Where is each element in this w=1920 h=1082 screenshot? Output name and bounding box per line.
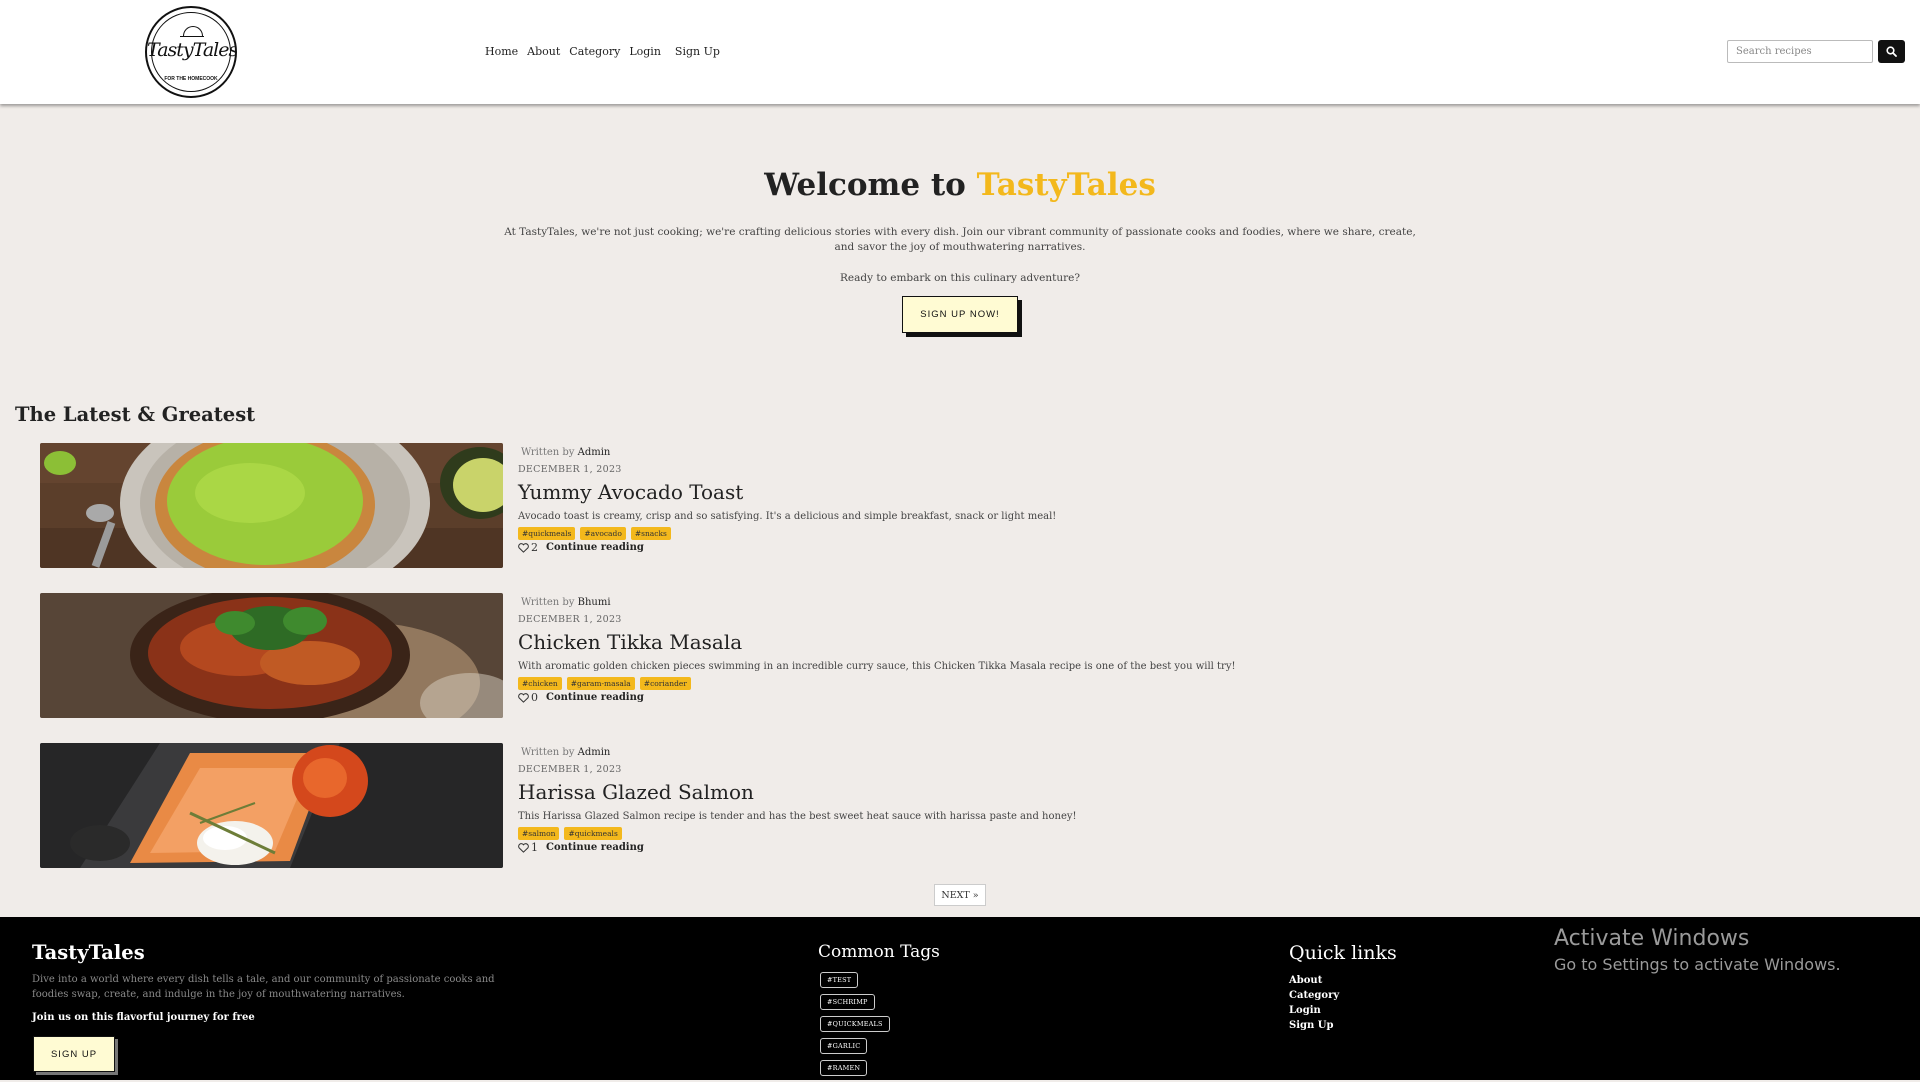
- written-by-label: Written by: [521, 597, 575, 608]
- post-tags: #quickmeals #avocado #snacks: [518, 527, 671, 540]
- post-title[interactable]: Yummy Avocado Toast: [518, 480, 743, 504]
- post-image-avocado-toast[interactable]: [40, 443, 503, 568]
- post-likes: 2 Continue reading: [518, 541, 644, 554]
- footer-description: Dive into a world where every dish tells…: [32, 974, 495, 1000]
- heart-icon[interactable]: [518, 692, 529, 703]
- post-card: Written by Admin DECEMBER 1, 2023 Yummy …: [40, 443, 1440, 569]
- footer-link-category[interactable]: Category: [1289, 988, 1339, 1003]
- post-likes: 1 Continue reading: [518, 841, 644, 854]
- search-button[interactable]: [1878, 40, 1905, 63]
- footer-link-login[interactable]: Login: [1289, 1003, 1339, 1018]
- author-name[interactable]: Admin: [578, 447, 611, 458]
- hero-description: At TastyTales, we're not just cooking; w…: [504, 226, 1416, 253]
- post-author: Written by Admin: [521, 747, 610, 758]
- author-name[interactable]: Bhumi: [578, 597, 611, 608]
- footer-tag[interactable]: #TEST: [820, 972, 859, 988]
- footer-brand: TastyTales: [32, 941, 145, 964]
- heart-icon[interactable]: [518, 842, 529, 853]
- post-card: Written by Admin DECEMBER 1, 2023 Hariss…: [40, 743, 1440, 869]
- hero-title-prefix: Welcome to: [764, 167, 977, 203]
- hero-title: Welcome to TastyTales: [0, 167, 1920, 203]
- post-tags: #salmon #quickmeals: [518, 827, 622, 840]
- post-likes: 0 Continue reading: [518, 691, 644, 704]
- cloche-base-icon: [180, 36, 204, 37]
- footer-join-text: Join us on this flavorful journey for fr…: [32, 1012, 255, 1023]
- post-card: Written by Bhumi DECEMBER 1, 2023 Chicke…: [40, 593, 1440, 719]
- footer-link-about[interactable]: About: [1289, 973, 1339, 988]
- post-title[interactable]: Chicken Tikka Masala: [518, 630, 742, 654]
- post-author: Written by Bhumi: [521, 597, 611, 608]
- tag-chip[interactable]: #chicken: [518, 677, 562, 690]
- post-description: This Harissa Glazed Salmon recipe is ten…: [518, 811, 1077, 822]
- post-date: DECEMBER 1, 2023: [518, 764, 622, 775]
- nav-about[interactable]: About: [527, 45, 560, 58]
- post-image-chicken-tikka-masala[interactable]: [40, 593, 503, 718]
- tag-chip[interactable]: #quickmeals: [518, 527, 576, 540]
- footer-tag[interactable]: #RAMEN: [820, 1060, 868, 1076]
- nav-home[interactable]: Home: [485, 45, 518, 58]
- written-by-label: Written by: [521, 747, 575, 758]
- footer-tag[interactable]: #QUICKMEALS: [820, 1016, 890, 1032]
- site-header: TastyTales FOR THE HOMECOOK Home About C…: [0, 0, 1920, 104]
- post-description: With aromatic golden chicken pieces swim…: [518, 661, 1236, 672]
- watermark-subtitle: Go to Settings to activate Windows.: [1554, 955, 1841, 974]
- nav-login[interactable]: Login: [629, 45, 661, 58]
- chicken-tikka-photo: [40, 593, 503, 718]
- hero-title-accent: TastyTales: [976, 167, 1156, 203]
- watermark-title: Activate Windows: [1554, 926, 1750, 951]
- tag-chip[interactable]: #coriander: [639, 677, 691, 690]
- harissa-salmon-photo: [40, 743, 503, 868]
- latest-heading: The Latest & Greatest: [15, 403, 256, 426]
- search-icon: [1886, 46, 1897, 57]
- avocado-toast-photo: [40, 443, 503, 568]
- post-date: DECEMBER 1, 2023: [518, 614, 622, 625]
- continue-reading-link[interactable]: Continue reading: [546, 842, 644, 853]
- like-count: 2: [531, 541, 538, 554]
- site-logo[interactable]: TastyTales FOR THE HOMECOOK: [145, 6, 237, 98]
- footer-tag[interactable]: #SCHRIMP: [820, 994, 875, 1010]
- post-description: Avocado toast is creamy, crisp and so sa…: [518, 511, 1057, 522]
- next-page-button[interactable]: NEXT »: [934, 884, 986, 906]
- footer-tags-heading: Common Tags: [818, 942, 940, 962]
- author-name[interactable]: Admin: [578, 747, 611, 758]
- main-nav: Home About Category Login Sign Up: [485, 45, 729, 58]
- footer-signup-button[interactable]: SIGN UP: [33, 1036, 115, 1072]
- tag-chip[interactable]: #avocado: [580, 527, 626, 540]
- activate-windows-watermark: Activate Windows Go to Settings to activ…: [1554, 926, 1841, 974]
- footer-link-sign-up[interactable]: Sign Up: [1289, 1018, 1339, 1033]
- footer-links-heading: Quick links: [1289, 942, 1397, 964]
- tag-chip[interactable]: #salmon: [518, 827, 560, 840]
- like-count: 0: [531, 691, 538, 704]
- logo-brand-text: TastyTales: [147, 39, 237, 61]
- post-date: DECEMBER 1, 2023: [518, 464, 622, 475]
- footer-quick-links: About Category Login Sign Up: [1289, 973, 1339, 1033]
- written-by-label: Written by: [521, 447, 575, 458]
- post-image-harissa-salmon[interactable]: [40, 743, 503, 868]
- like-count: 1: [531, 841, 538, 854]
- search-input[interactable]: [1727, 40, 1873, 63]
- hero-signup-button[interactable]: SIGN UP NOW!: [902, 296, 1018, 333]
- post-title[interactable]: Harissa Glazed Salmon: [518, 780, 754, 804]
- hero-cta-prompt: Ready to embark on this culinary adventu…: [839, 272, 1080, 284]
- continue-reading-link[interactable]: Continue reading: [546, 542, 644, 553]
- nav-sign-up[interactable]: Sign Up: [675, 45, 720, 58]
- tag-chip[interactable]: #quickmeals: [564, 827, 622, 840]
- heart-icon[interactable]: [518, 542, 529, 553]
- post-author: Written by Admin: [521, 447, 610, 458]
- footer-tag-list: #TEST #SCHRIMP #QUICKMEALS #GARLIC #RAME…: [820, 972, 890, 1082]
- tag-chip[interactable]: #snacks: [630, 527, 671, 540]
- tag-chip[interactable]: #garam-masala: [566, 677, 635, 690]
- post-tags: #chicken #garam-masala #coriander: [518, 677, 691, 690]
- logo-tagline: FOR THE HOMECOOK: [164, 76, 218, 82]
- nav-category[interactable]: Category: [569, 45, 620, 58]
- footer-tag[interactable]: #GARLIC: [820, 1038, 868, 1054]
- continue-reading-link[interactable]: Continue reading: [546, 692, 644, 703]
